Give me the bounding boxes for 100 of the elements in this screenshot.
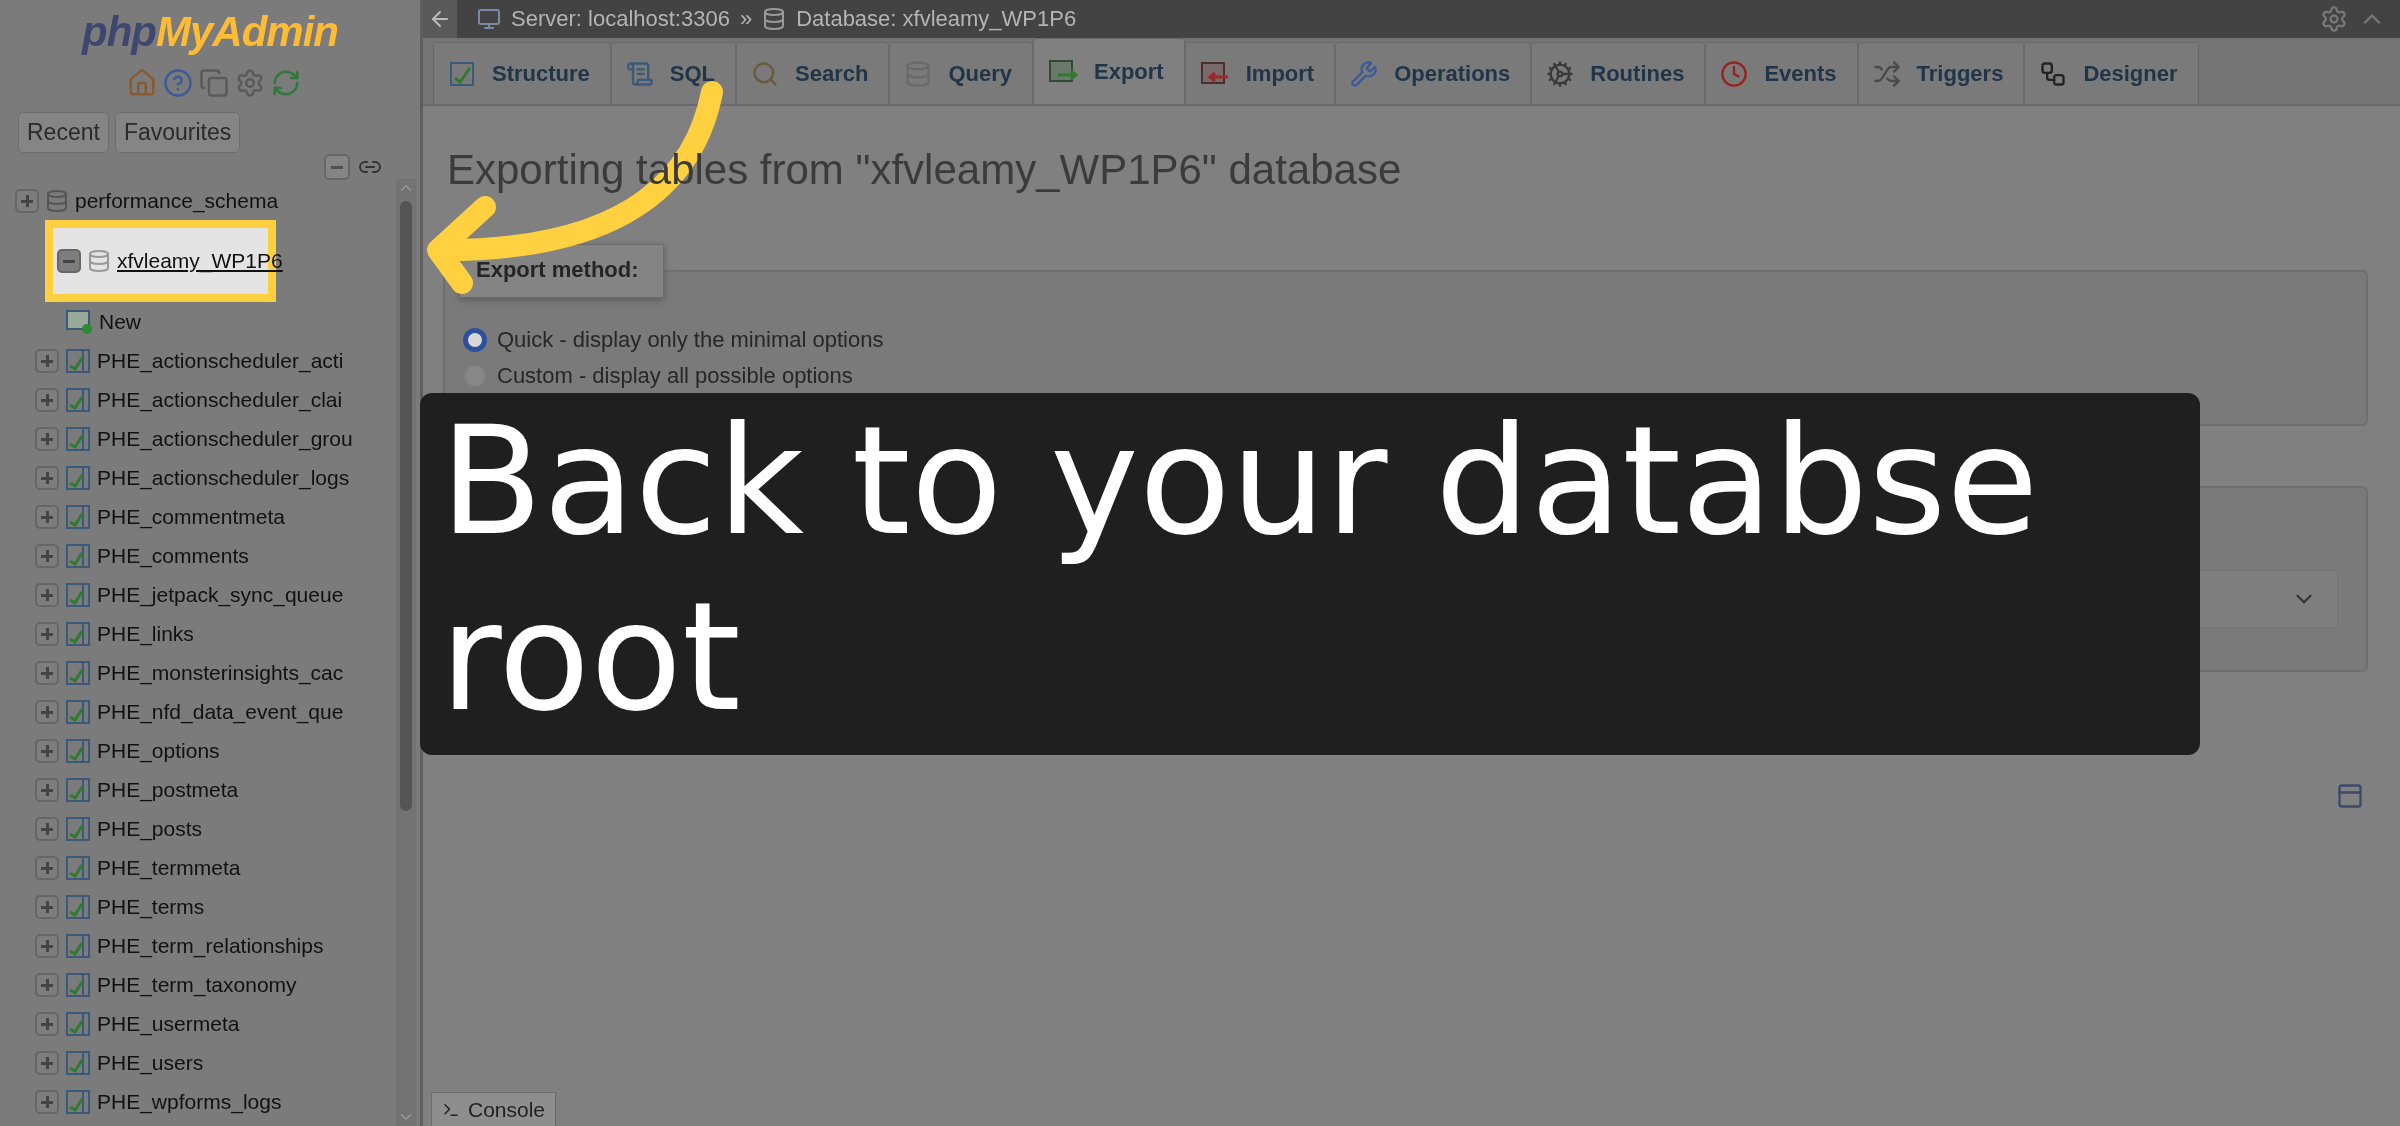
- table-item[interactable]: PHE_commentmeta: [35, 497, 396, 536]
- table-item[interactable]: PHE_actionscheduler_clai: [35, 380, 396, 419]
- logo[interactable]: phpMyAdmin: [0, 0, 420, 56]
- expand-icon[interactable]: [35, 465, 59, 490]
- documents-icon[interactable]: [199, 68, 229, 98]
- database-link[interactable]: Database: xfvleamy_WP1P6: [796, 6, 1077, 32]
- item-label: PHE_monsterinsights_cac: [97, 660, 344, 685]
- table-item[interactable]: PHE_term_taxonomy: [35, 965, 396, 1004]
- expand-icon[interactable]: [35, 777, 59, 802]
- tab[interactable]: Designer: [2024, 42, 2199, 104]
- expand-icon[interactable]: [35, 426, 59, 451]
- table-icon: [65, 737, 91, 764]
- radio-button[interactable]: [463, 328, 487, 352]
- expand-icon[interactable]: [35, 816, 59, 841]
- expand-icon[interactable]: [15, 188, 39, 213]
- reload-icon[interactable]: [271, 68, 301, 98]
- table-item[interactable]: PHE_jetpack_sync_queue: [35, 575, 396, 614]
- database-icon: [45, 188, 69, 213]
- table-item[interactable]: PHE_terms: [35, 887, 396, 926]
- settings-icon[interactable]: [235, 68, 265, 98]
- table-item[interactable]: PHE_postmeta: [35, 770, 396, 809]
- window-icon[interactable]: [2336, 782, 2364, 810]
- collapse-icon[interactable]: [57, 249, 81, 273]
- tab[interactable]: Query: [889, 42, 1033, 104]
- table-icon: [65, 815, 91, 842]
- item-label: PHE_term_relationships: [97, 933, 324, 958]
- expand-icon[interactable]: [35, 387, 59, 412]
- table-icon: [65, 659, 91, 686]
- back-button[interactable]: [423, 0, 457, 38]
- tab[interactable]: Routines: [1531, 42, 1706, 104]
- item-label: PHE_postmeta: [97, 777, 239, 802]
- table-item[interactable]: PHE_monsterinsights_cac: [35, 653, 396, 692]
- tab[interactable]: Events: [1705, 42, 1858, 104]
- expand-icon[interactable]: [35, 1050, 59, 1075]
- expand-icon[interactable]: [35, 348, 59, 373]
- expand-icon[interactable]: [35, 855, 59, 880]
- table-item[interactable]: PHE_posts: [35, 809, 396, 848]
- table-item[interactable]: PHE_actionscheduler_grou: [35, 419, 396, 458]
- scrollbar[interactable]: [396, 179, 416, 1126]
- table-icon: [65, 1049, 91, 1076]
- scroll-icon: [625, 59, 654, 88]
- table-item[interactable]: PHE_usermeta: [35, 1004, 396, 1043]
- table-item[interactable]: PHE_links: [35, 614, 396, 653]
- expand-icon[interactable]: [35, 504, 59, 529]
- expand-icon[interactable]: [35, 738, 59, 763]
- table-icon: [65, 932, 91, 959]
- expand-icon[interactable]: [35, 1011, 59, 1036]
- expand-icon[interactable]: [35, 894, 59, 919]
- table-item[interactable]: PHE_wpforms_logs: [35, 1082, 396, 1121]
- table-icon: [65, 893, 91, 920]
- table-item[interactable]: PHE_actionscheduler_logs: [35, 458, 396, 497]
- table-item[interactable]: New: [35, 302, 396, 341]
- table-icon: [65, 971, 91, 998]
- table-icon: [65, 854, 91, 881]
- table-icon: [65, 503, 91, 530]
- table-item[interactable]: PHE_users: [35, 1043, 396, 1082]
- sidebar-tab-button[interactable]: Recent: [18, 112, 109, 153]
- tab[interactable]: Export: [1033, 38, 1185, 104]
- sidebar-tab-button[interactable]: Favourites: [114, 112, 241, 153]
- collapse-all-icon[interactable]: [324, 154, 350, 180]
- expand-icon[interactable]: [35, 543, 59, 568]
- clock-icon: [1720, 59, 1749, 88]
- tab[interactable]: Search: [736, 42, 890, 104]
- tab[interactable]: Import: [1184, 42, 1336, 104]
- item-label: PHE_term_taxonomy: [97, 972, 297, 997]
- table-item[interactable]: PHE_term_relationships: [35, 926, 396, 965]
- help-icon[interactable]: [163, 68, 193, 98]
- expand-icon[interactable]: [35, 582, 59, 607]
- table-item[interactable]: PHE_comments: [35, 536, 396, 575]
- table-item[interactable]: PHE_termmeta: [35, 848, 396, 887]
- table-icon: [65, 464, 91, 491]
- table-icon: [65, 347, 91, 374]
- table-item[interactable]: PHE_actionscheduler_acti: [35, 341, 396, 380]
- item-label: PHE_actionscheduler_clai: [97, 387, 343, 412]
- table-item[interactable]: PHE_nfd_data_event_que: [35, 692, 396, 731]
- expand-icon[interactable]: [35, 1089, 59, 1114]
- database-icon: [87, 249, 111, 273]
- expand-icon[interactable]: [35, 933, 59, 958]
- breadcrumb-separator: »: [739, 6, 753, 32]
- expand-icon[interactable]: [35, 972, 59, 997]
- table-item[interactable]: PHE_options: [35, 731, 396, 770]
- item-label: PHE_actionscheduler_grou: [97, 426, 353, 451]
- search-icon: [751, 59, 780, 88]
- item-label: New: [99, 309, 141, 334]
- console-button[interactable]: Console: [431, 1092, 557, 1126]
- expand-icon[interactable]: [35, 621, 59, 646]
- caption-text: Back to your databse root: [440, 393, 2040, 745]
- tab[interactable]: Triggers: [1857, 42, 2025, 104]
- tab[interactable]: SQL: [610, 42, 737, 104]
- expand-icon[interactable]: [35, 699, 59, 724]
- tab[interactable]: Structure: [433, 42, 611, 104]
- table-icon: [65, 776, 91, 803]
- server-link[interactable]: Server: localhost:3306: [511, 6, 730, 32]
- tab[interactable]: Operations: [1335, 42, 1532, 104]
- expand-icon[interactable]: [35, 660, 59, 685]
- database-item[interactable]: performance_schema: [15, 181, 396, 220]
- home-icon[interactable]: [127, 68, 157, 98]
- diagram-icon: [2039, 59, 2068, 88]
- item-label: PHE_comments: [97, 543, 249, 568]
- settings-icon[interactable]: [2320, 5, 2348, 33]
